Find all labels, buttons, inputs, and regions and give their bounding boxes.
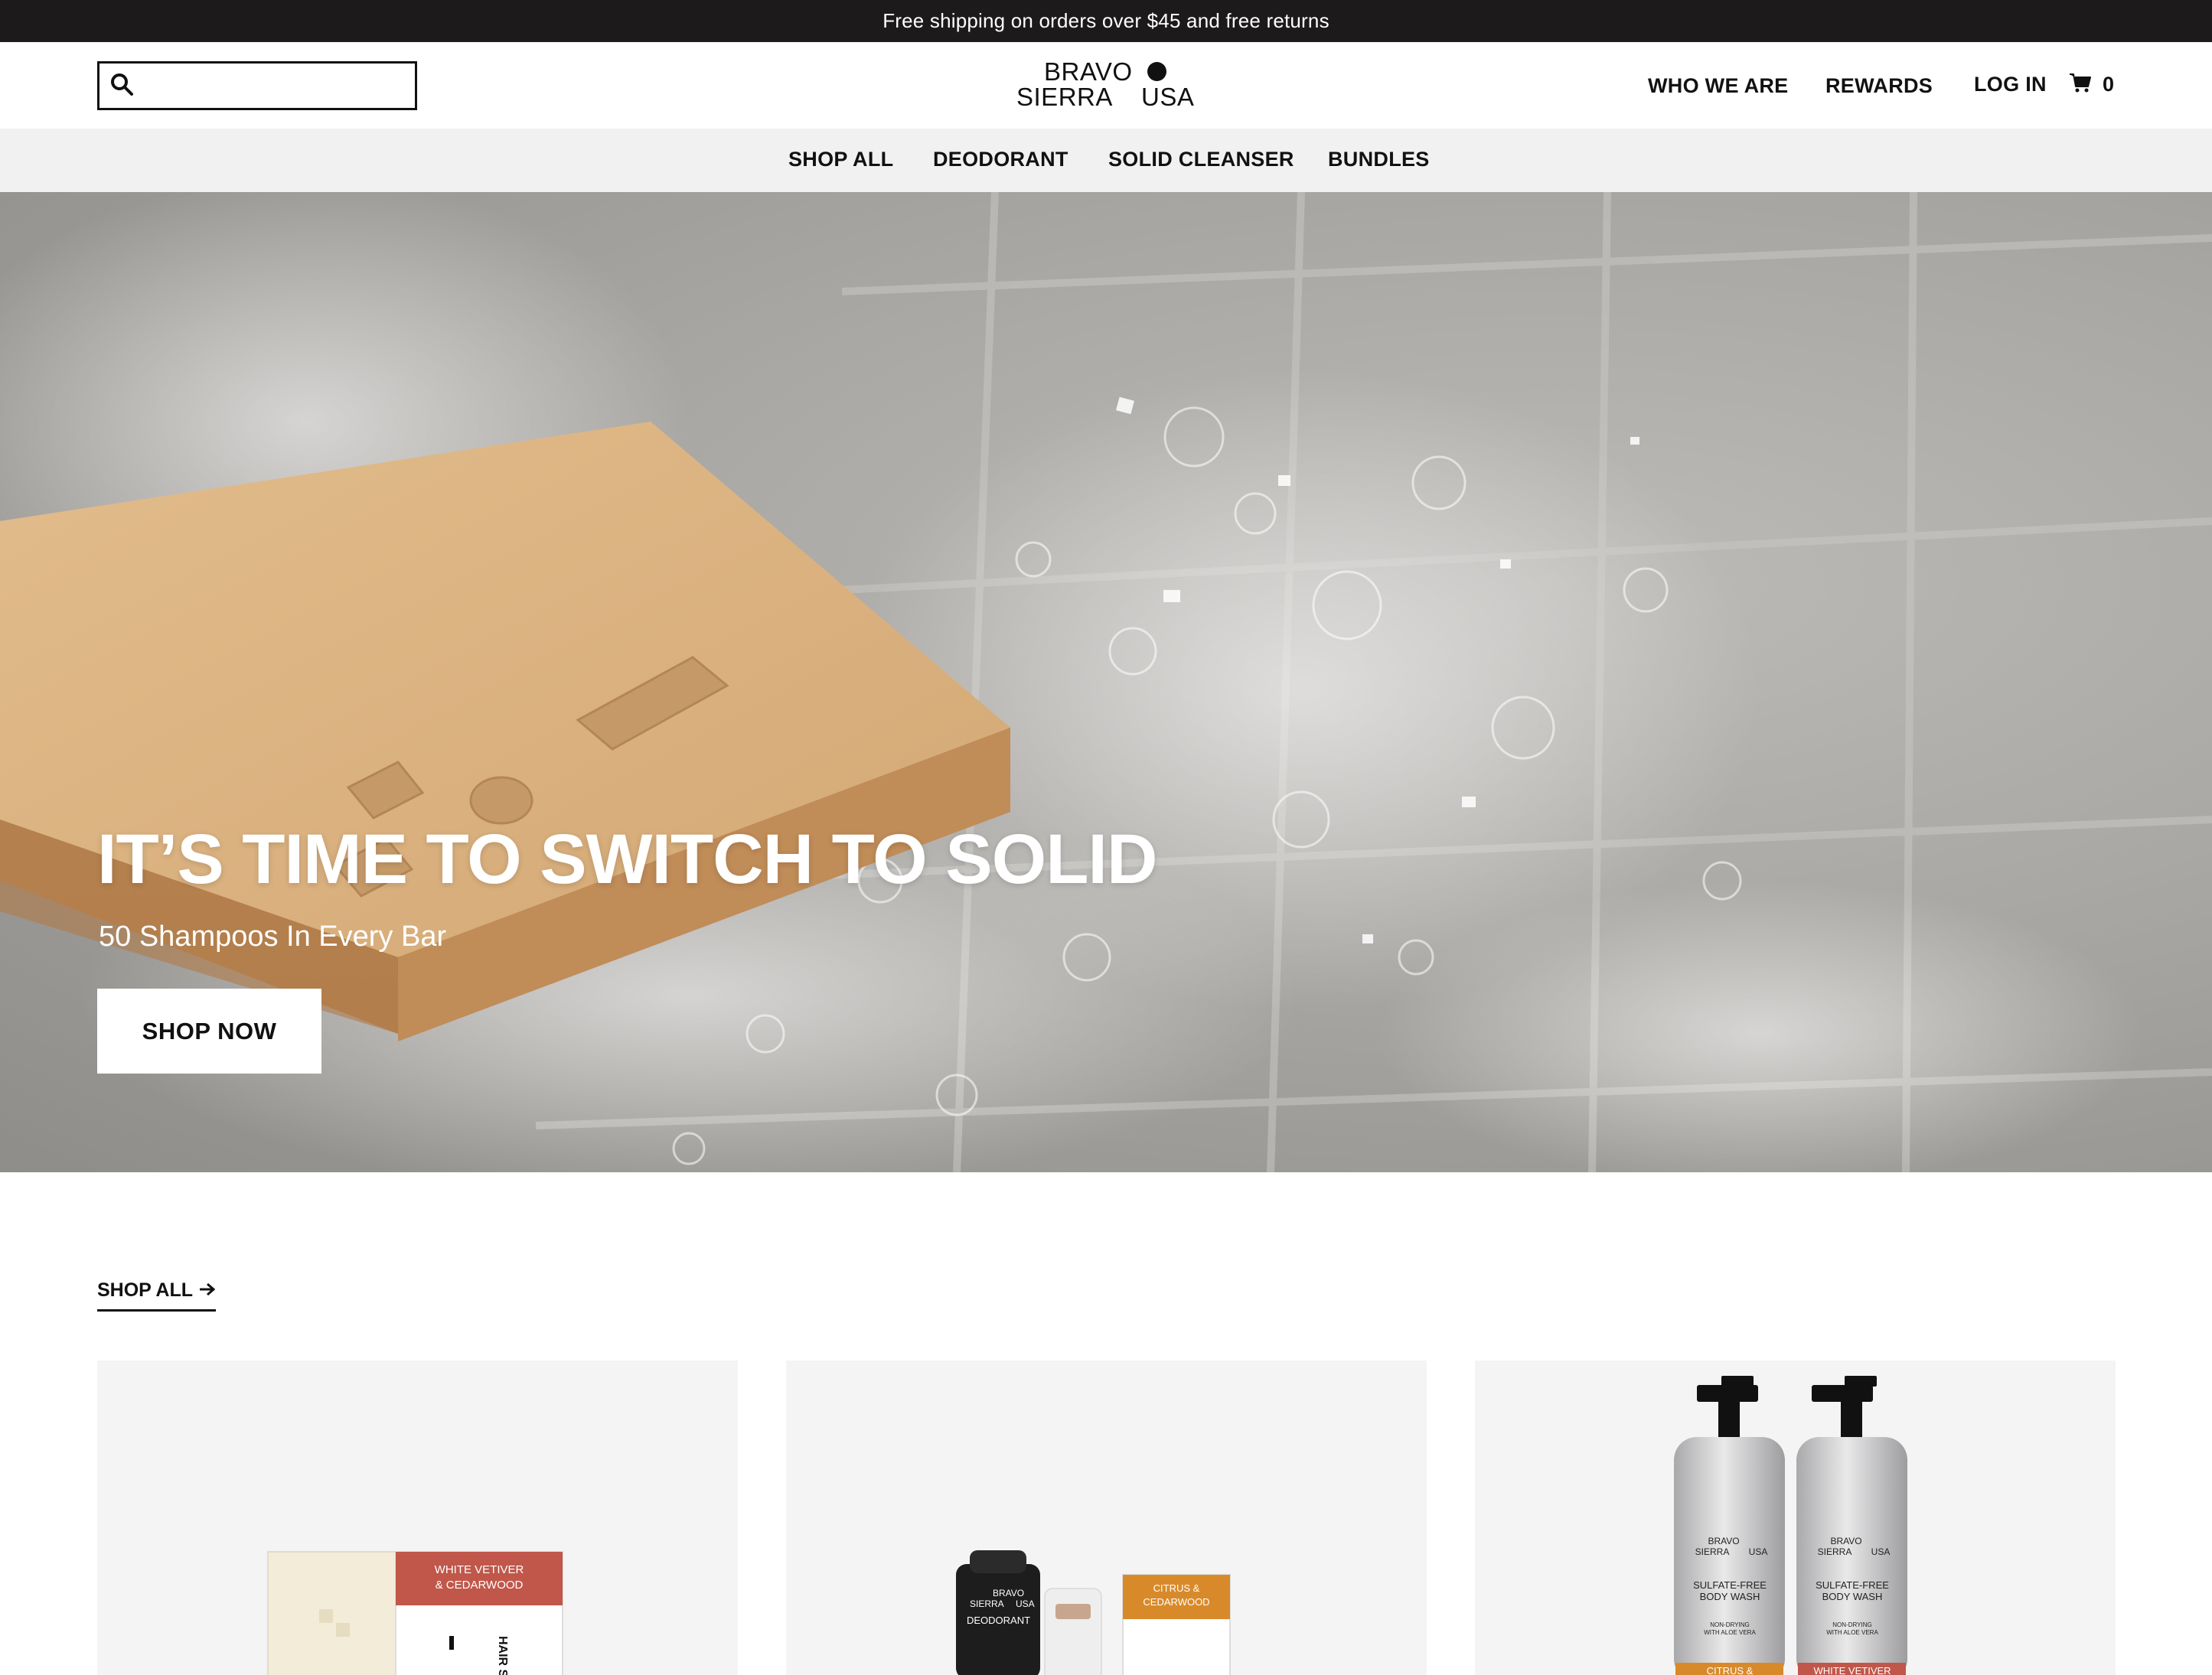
bottle1-brand-3: USA xyxy=(1749,1546,1768,1557)
can-brand-1: BRAVO xyxy=(993,1588,1024,1598)
bottle1-note-1: NON-DRYING xyxy=(1710,1621,1749,1628)
product-card-body-wash[interactable]: BRAVO SIERRA USA SULFATE-FREE BODY WASH … xyxy=(1475,1361,2116,1675)
bottle1-brand-2: SIERRA xyxy=(1695,1546,1730,1557)
arrow-right-icon xyxy=(199,1279,216,1302)
bottle2-scent: WHITE VETIVER xyxy=(1813,1665,1891,1675)
bottle1-name-1: SULFATE-FREE xyxy=(1693,1579,1767,1591)
bottle1-brand-1: BRAVO xyxy=(1708,1536,1739,1546)
search-icon[interactable] xyxy=(110,73,133,99)
announcement-bar: Free shipping on orders over $45 and fre… xyxy=(0,0,2212,42)
bottle2-brand-1: BRAVO xyxy=(1830,1536,1861,1546)
category-deodorant[interactable]: DEODORANT xyxy=(933,148,1068,171)
box-label-2: CEDARWOOD xyxy=(1143,1596,1209,1608)
category-bundles[interactable]: BUNDLES xyxy=(1328,148,1430,171)
logo-line-usa: USA xyxy=(1141,83,1195,111)
hero-image xyxy=(0,192,2212,1172)
nav-rewards[interactable]: REWARDS xyxy=(1825,74,1933,98)
brand-logo[interactable]: BRAVO SIERRA USA xyxy=(1016,59,1197,112)
product-card-deodorant[interactable]: BRAVO SIERRA USA DEODORANT CITRUS & CEDA… xyxy=(786,1361,1427,1675)
bottle2-brand-2: SIERRA xyxy=(1818,1546,1852,1557)
bottle2-brand-3: USA xyxy=(1871,1546,1891,1557)
hero-banner: IT’S TIME TO SWITCH TO SOLID 50 Shampoos… xyxy=(0,192,2212,1172)
shop-all-label: SHOP ALL xyxy=(97,1279,194,1301)
logo-dot xyxy=(1147,62,1166,81)
can-brand-3: USA xyxy=(1016,1598,1035,1609)
bottle1-name-2: BODY WASH xyxy=(1700,1591,1760,1602)
can-brand-2: SIERRA xyxy=(970,1598,1004,1609)
logo-line-bravo: BRAVO xyxy=(1044,57,1133,86)
nav-who-we-are[interactable]: WHO WE ARE xyxy=(1648,74,1788,98)
category-solid-cleanser[interactable]: SOLID CLEANSER xyxy=(1108,148,1294,171)
cart-count: 0 xyxy=(2103,73,2115,96)
hero-title: IT’S TIME TO SWITCH TO SOLID xyxy=(97,820,1157,898)
product-image-deodorant: BRAVO SIERRA USA DEODORANT CITRUS & CEDA… xyxy=(956,1550,1231,1675)
bottle1-note-2: WITH ALOE VERA xyxy=(1704,1629,1756,1636)
shop-all-link[interactable]: SHOP ALL xyxy=(97,1279,217,1312)
cart-icon xyxy=(2069,71,2092,98)
nav-login[interactable]: LOG IN xyxy=(1974,73,2047,96)
bottle1-scent: CITRUS & xyxy=(1707,1665,1754,1675)
search-input[interactable] xyxy=(141,64,415,108)
box-label-1: CITRUS & xyxy=(1153,1582,1200,1594)
announcement-text: Free shipping on orders over $45 and fre… xyxy=(883,9,1329,32)
search-box[interactable] xyxy=(97,61,417,110)
category-nav: SHOP ALL DEODORANT SOLID CLEANSER BUNDLE… xyxy=(0,129,2212,192)
bottle2-name-1: SULFATE-FREE xyxy=(1816,1579,1889,1591)
product-image-hair-solid: WHITE VETIVER & CEDARWOOD HAIR SOLID xyxy=(267,1551,563,1675)
bottle2-name-2: BODY WASH xyxy=(1822,1591,1883,1602)
site-header: BRAVO SIERRA USA WHO WE ARE REWARDS LOG … xyxy=(0,42,2212,129)
can-name: DEODORANT xyxy=(967,1615,1030,1626)
box-label-2: & CEDARWOOD xyxy=(436,1579,524,1592)
logo-line-sierra: SIERRA xyxy=(1016,83,1113,111)
hero-subtitle: 50 Shampoos In Every Bar xyxy=(99,921,447,953)
product-image-body-wash: BRAVO SIERRA USA SULFATE-FREE BODY WASH … xyxy=(1674,1376,1907,1675)
category-shop-all[interactable]: SHOP ALL xyxy=(788,148,893,171)
product-card-hair-solid[interactable]: WHITE VETIVER & CEDARWOOD HAIR SOLID xyxy=(97,1361,738,1675)
box-side-label: HAIR SOLID xyxy=(496,1636,509,1675)
shop-now-button[interactable]: SHOP NOW xyxy=(97,989,321,1074)
box-label-1: WHITE VETIVER xyxy=(435,1563,524,1576)
bottle2-note-2: WITH ALOE VERA xyxy=(1826,1629,1878,1636)
cart-button[interactable]: 0 xyxy=(2069,71,2114,98)
bottle2-note-1: NON-DRYING xyxy=(1832,1621,1871,1628)
